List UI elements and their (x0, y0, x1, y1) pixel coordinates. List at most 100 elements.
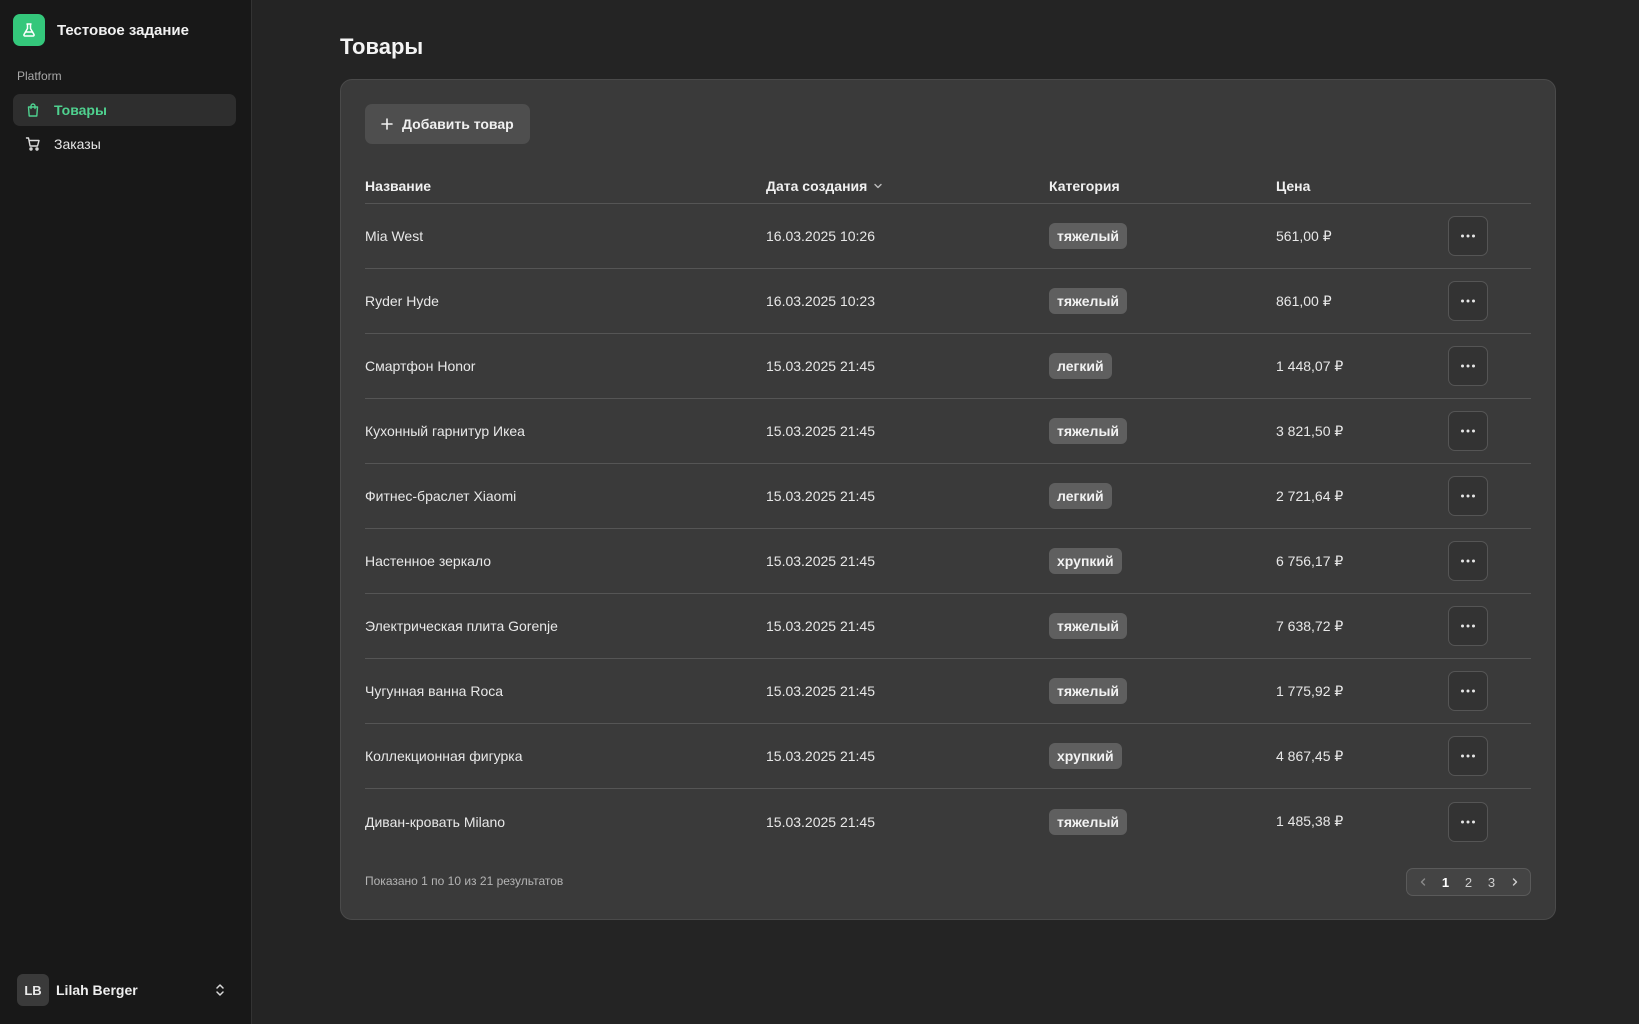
price: 1 448,07 ₽ (1276, 357, 1344, 374)
chevron-up-down-icon (216, 984, 224, 996)
more-horizontal-icon (1461, 559, 1475, 563)
products-table: Название Дата создания Категория Цена Mi… (365, 168, 1531, 854)
category-badge: легкий (1049, 483, 1112, 509)
row-actions-button[interactable] (1448, 671, 1488, 711)
row-actions-button[interactable] (1448, 411, 1488, 451)
chevron-right-icon (1512, 878, 1517, 886)
category-badge: тяжелый (1049, 613, 1128, 639)
table-body: Mia West 16.03.2025 10:26 тяжелый 561,00 ₽ R… (365, 204, 1531, 854)
column-header-date[interactable]: Дата создания (766, 178, 1049, 194)
price: 7 638,72 ₽ (1276, 617, 1344, 634)
category-cell: легкий (1049, 353, 1276, 379)
product-name: Ryder Hyde (365, 293, 439, 309)
actions-cell (1448, 281, 1531, 321)
row-actions-button[interactable] (1448, 346, 1488, 386)
more-horizontal-icon (1461, 820, 1475, 823)
page-button-2[interactable]: 2 (1457, 871, 1480, 893)
category-badge: хрупкий (1049, 548, 1122, 574)
row-actions-button[interactable] (1448, 541, 1488, 581)
brand[interactable]: Тестовое задание (13, 14, 189, 46)
product-name: Чугунная ванна Roca (365, 683, 504, 699)
actions-cell (1448, 346, 1531, 386)
created-date: 15.03.2025 21:45 (766, 358, 875, 374)
actions-cell (1448, 736, 1531, 776)
price: 1 485,38 ₽ (1276, 813, 1344, 829)
table-row[interactable]: Чугунная ванна Roca 15.03.2025 21:45 тяжел… (365, 659, 1531, 724)
flask-icon (13, 14, 45, 46)
pagination: 1 2 3 (1406, 868, 1531, 896)
column-header-name: Название (365, 177, 432, 194)
prev-page-button[interactable] (1411, 871, 1434, 893)
row-actions-button[interactable] (1448, 216, 1488, 256)
created-date: 15.03.2025 21:45 (766, 748, 875, 764)
sidebar-item-products[interactable]: Товары (13, 94, 236, 126)
actions-cell (1448, 801, 1531, 842)
table-row[interactable]: Mia West 16.03.2025 10:26 тяжелый 561,00 ₽ (365, 204, 1531, 269)
column-header-price: Цена (1276, 177, 1311, 194)
category-badge: хрупкий (1049, 743, 1122, 769)
row-actions-button[interactable] (1448, 476, 1488, 516)
plus-icon (381, 118, 393, 130)
price: 1 775,92 ₽ (1276, 682, 1344, 699)
category-cell: легкий (1049, 483, 1276, 509)
category-cell: тяжелый (1049, 418, 1276, 444)
product-name: Фитнес-браслет Xiaomi (365, 488, 517, 504)
app-title: Тестовое задание (57, 21, 189, 39)
column-header-category: Категория (1049, 177, 1120, 194)
table-row[interactable]: Ryder Hyde 16.03.2025 10:23 тяжелый 861,00 … (365, 269, 1531, 334)
category-cell: хрупкий (1049, 548, 1276, 574)
product-name: Диван-кровать Milano (365, 813, 506, 830)
category-cell: тяжелый (1049, 223, 1276, 249)
page-button-3[interactable]: 3 (1480, 871, 1503, 893)
app-root: Тестовое задание Platform Товары Заказы (0, 0, 1639, 1024)
more-horizontal-icon (1461, 364, 1475, 368)
category-badge: тяжелый (1049, 288, 1128, 314)
sidebar: Тестовое задание Platform Товары Заказы (0, 0, 252, 1024)
created-date: 15.03.2025 21:45 (766, 618, 875, 634)
price: 2 721,64 ₽ (1276, 487, 1344, 504)
row-actions-button[interactable] (1448, 606, 1488, 646)
table-row[interactable]: Кухонный гарнитур Икеа 15.03.2025 21:45 тя… (365, 399, 1531, 464)
product-name: Настенное зеркало (365, 553, 492, 569)
price: 861,00 ₽ (1276, 292, 1332, 309)
category-cell: тяжелый (1049, 288, 1276, 314)
created-date: 15.03.2025 21:45 (766, 813, 875, 830)
avatar: LB (17, 974, 49, 1006)
more-horizontal-icon (1461, 299, 1475, 303)
row-actions-button[interactable] (1448, 281, 1488, 321)
add-product-button[interactable]: Добавить товар (365, 104, 530, 144)
table-row[interactable]: Смартфон Honor 15.03.2025 21:45 легкий 1 44… (365, 334, 1531, 399)
table-row[interactable]: Фитнес-браслет Xiaomi 15.03.2025 21:45 лег… (365, 464, 1531, 529)
more-horizontal-icon (1461, 494, 1475, 498)
sort-by-date[interactable]: Дата создания (766, 178, 883, 194)
sidebar-item-orders[interactable]: Заказы (13, 128, 236, 160)
row-actions-button[interactable] (1448, 736, 1488, 776)
created-date: 15.03.2025 21:45 (766, 423, 875, 439)
next-page-button[interactable] (1503, 871, 1526, 893)
category-cell: хрупкий (1049, 743, 1276, 769)
product-name: Смартфон Honor (365, 358, 476, 374)
product-name: Кухонный гарнитур Икеа (365, 423, 525, 439)
created-date: 16.03.2025 10:23 (766, 293, 875, 309)
page-title: Товары (340, 34, 424, 59)
products-card: Добавить товар Название Дата создания Ка… (340, 79, 1556, 920)
table-row[interactable]: Коллекционная фигурка 15.03.2025 21:45 хру… (365, 724, 1531, 789)
table-row[interactable]: Электрическая плита Gorenje 15.03.2025 21… (365, 594, 1531, 659)
row-actions-button[interactable] (1448, 801, 1488, 842)
category-cell: тяжелый (1049, 808, 1276, 835)
created-date: 15.03.2025 21:45 (766, 683, 875, 699)
more-horizontal-icon (1461, 754, 1475, 758)
created-date: 15.03.2025 21:45 (766, 553, 875, 569)
actions-cell (1448, 606, 1531, 646)
page-button-1[interactable]: 1 (1434, 871, 1457, 893)
user-menu[interactable]: LB Lilah Berger (17, 974, 227, 1006)
category-badge: тяжелый (1049, 808, 1128, 835)
product-name: Электрическая плита Gorenje (365, 618, 558, 634)
user-name: Lilah Berger (56, 982, 138, 998)
table-row[interactable]: Диван-кровать Milano 15.03.2025 21:45 тяже… (365, 789, 1531, 854)
add-product-label: Добавить товар (402, 116, 514, 132)
chevron-left-icon (1420, 878, 1425, 886)
shopping-bag-icon (27, 103, 39, 117)
actions-cell (1448, 671, 1531, 711)
table-row[interactable]: Настенное зеркало 15.03.2025 21:45 хрупкий… (365, 529, 1531, 594)
